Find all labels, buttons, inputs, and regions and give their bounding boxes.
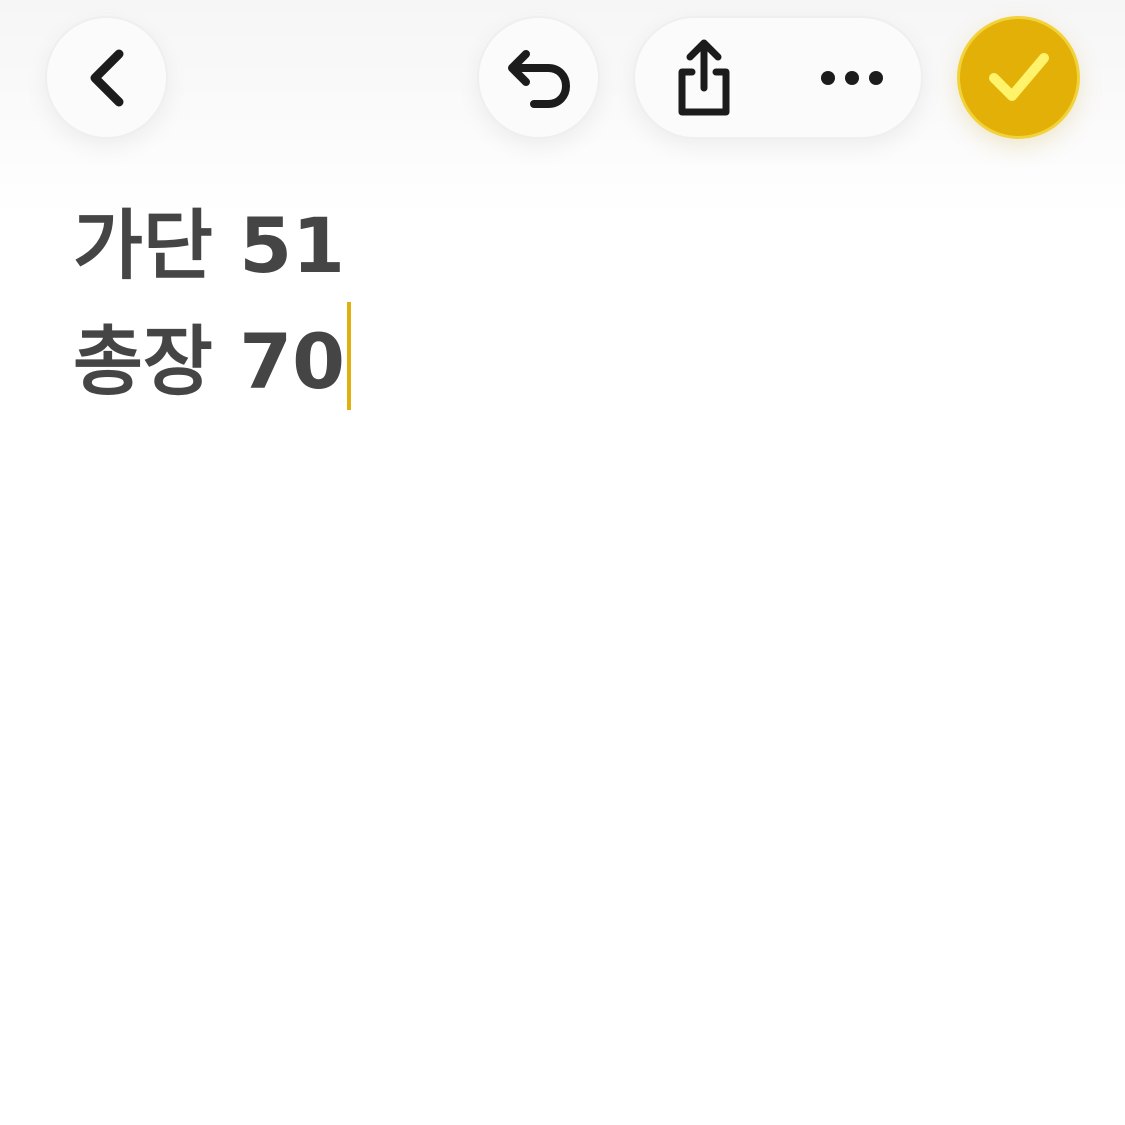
text-caret: [347, 302, 352, 410]
note-line: 총장 70: [73, 302, 1073, 418]
note-line-text: 총장 70: [73, 317, 346, 406]
share-icon: [678, 39, 730, 115]
chevron-left-icon: [90, 49, 123, 106]
share-button[interactable]: [669, 33, 739, 123]
note-line: 가단 51: [73, 190, 1073, 302]
checkmark-icon: [988, 52, 1049, 101]
note-line-text: 가단 51: [73, 201, 346, 290]
undo-button[interactable]: [477, 16, 600, 139]
done-button[interactable]: [957, 16, 1080, 139]
action-pill: [633, 16, 923, 139]
back-button[interactable]: [45, 16, 168, 139]
ellipsis-icon: [821, 70, 883, 85]
note-editor[interactable]: 가단 51 총장 70: [73, 190, 1073, 418]
more-button[interactable]: [817, 33, 887, 123]
undo-icon: [507, 49, 570, 108]
